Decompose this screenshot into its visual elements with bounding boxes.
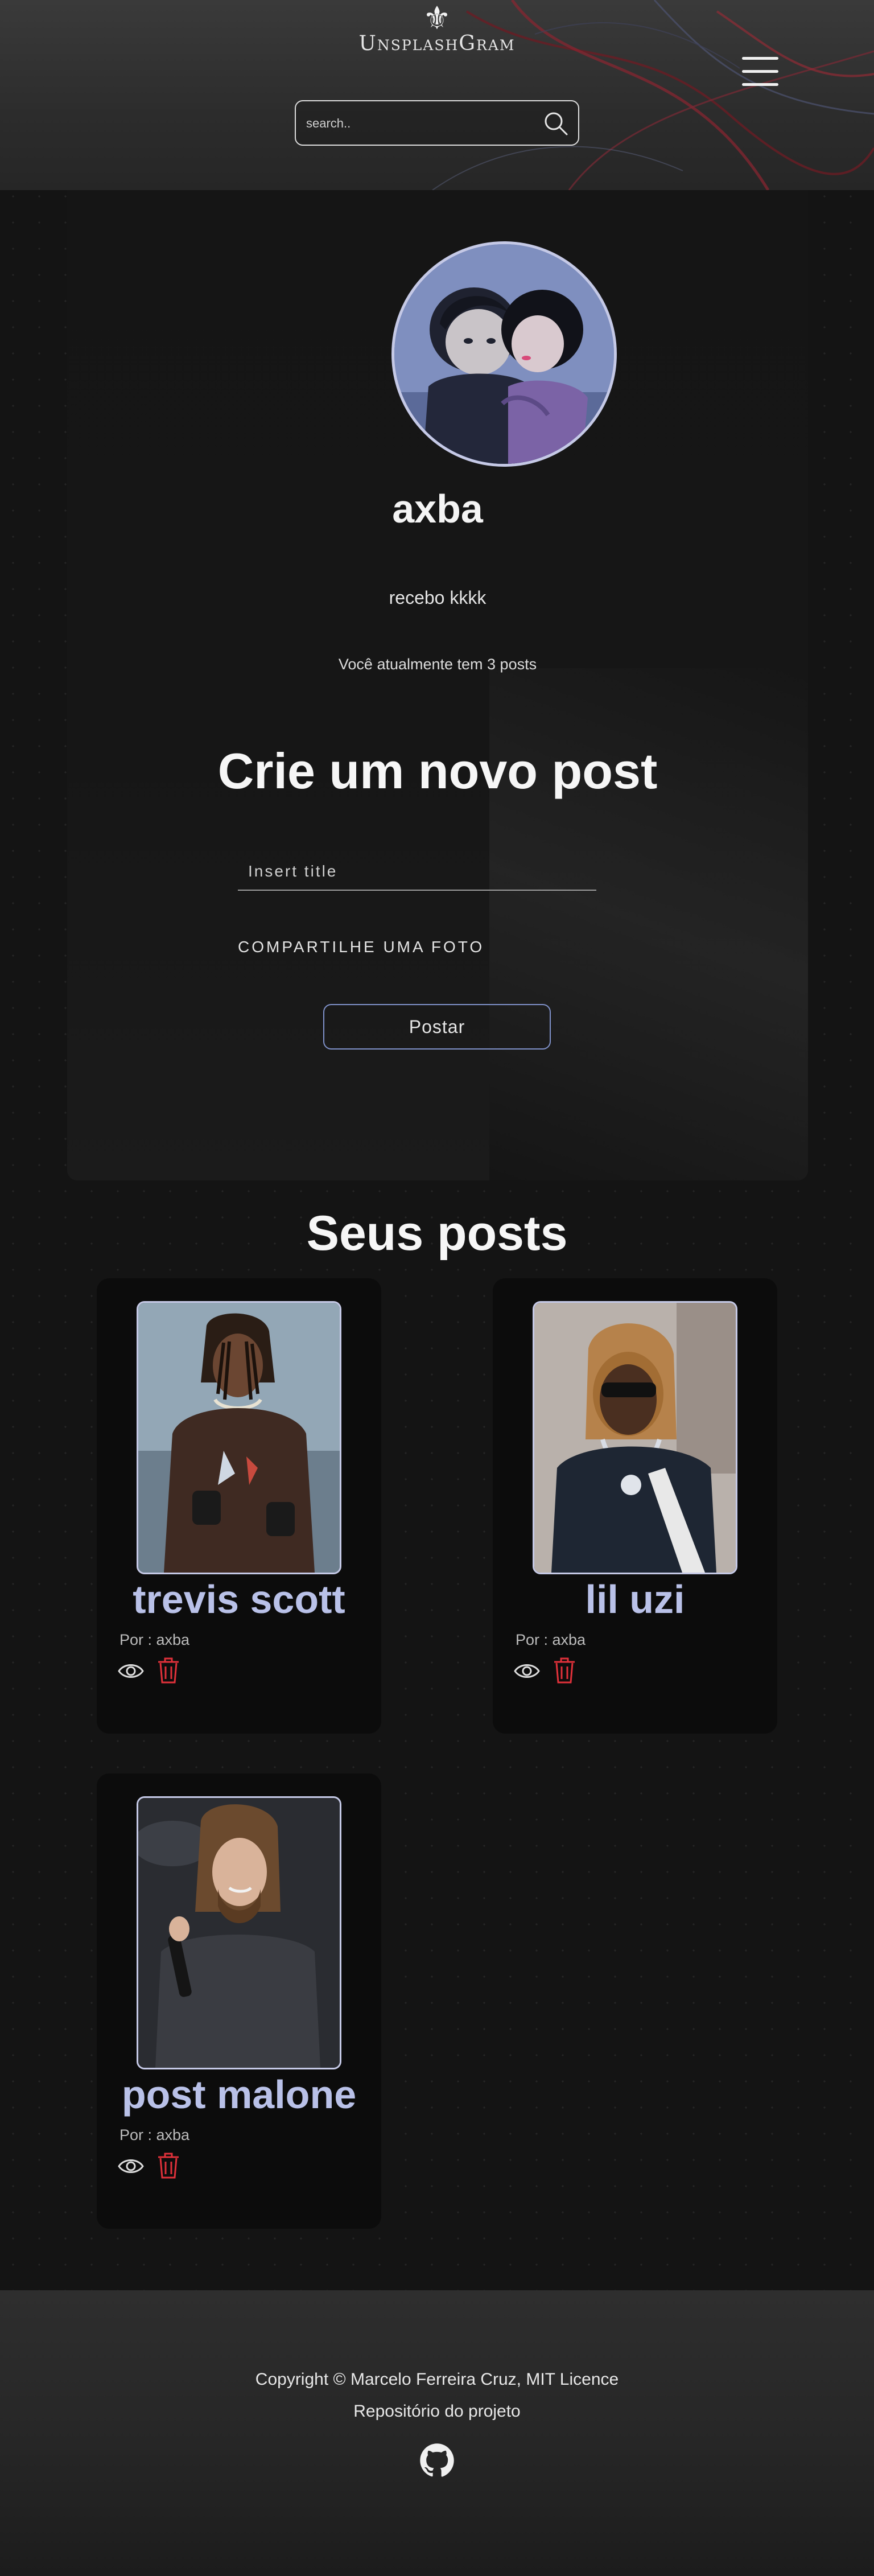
site-logo-text[interactable]: UnsplashGram [323, 32, 551, 55]
post-title: lil uzi [585, 1577, 685, 1622]
post-title: trevis scott [133, 1577, 345, 1622]
post-image[interactable] [137, 1301, 341, 1574]
profile-panel: axba recebo kkkk Você atualmente tem 3 p… [67, 190, 808, 1180]
avatar [391, 241, 617, 467]
avatar-illustration [394, 244, 614, 464]
post-count-text: Você atualmente tem 3 posts [338, 656, 537, 673]
search-icon[interactable] [542, 109, 570, 138]
new-post-heading: Crie um novo post [217, 743, 658, 799]
search-bar [295, 100, 579, 146]
site-footer: Copyright © Marcelo Ferreira Cruz, MIT L… [0, 2290, 874, 2576]
hamburger-menu-icon[interactable] [742, 55, 778, 89]
share-photo-label[interactable]: COMPARTILHE UMA FOTO [238, 938, 579, 956]
view-eye-icon[interactable] [117, 1660, 145, 1682]
view-eye-icon[interactable] [117, 2155, 145, 2178]
site-header: ⚜ UnsplashGram [0, 0, 874, 190]
post-title-input[interactable] [238, 853, 596, 891]
post-author: Por : axba [119, 2126, 190, 2143]
github-icon[interactable] [419, 2443, 455, 2478]
search-input[interactable] [306, 112, 534, 135]
post-image[interactable] [137, 1796, 341, 2069]
post-card: trevis scott Por : axba [97, 1278, 381, 1734]
profile-username: axba [392, 487, 483, 531]
post-image[interactable] [533, 1301, 737, 1574]
post-submit-button[interactable]: Postar [323, 1004, 551, 1050]
delete-trash-icon[interactable] [552, 1656, 577, 1685]
post-card: post malone Por : axba [97, 1773, 381, 2229]
delete-trash-icon[interactable] [156, 2151, 181, 2180]
post-author: Por : axba [516, 1631, 586, 1648]
view-eye-icon[interactable] [513, 1660, 541, 1682]
delete-trash-icon[interactable] [156, 1656, 181, 1685]
post-author: Por : axba [119, 1631, 190, 1648]
copyright-text: Copyright © Marcelo Ferreira Cruz, MIT L… [255, 2370, 619, 2389]
repository-link[interactable]: Repositório do projeto [0, 2402, 874, 2421]
post-title: post malone [121, 2072, 357, 2117]
posts-section-heading: Seus posts [306, 1206, 568, 1261]
profile-bio: recebo kkkk [389, 587, 487, 608]
post-card: lil uzi Por : axba [493, 1278, 777, 1734]
